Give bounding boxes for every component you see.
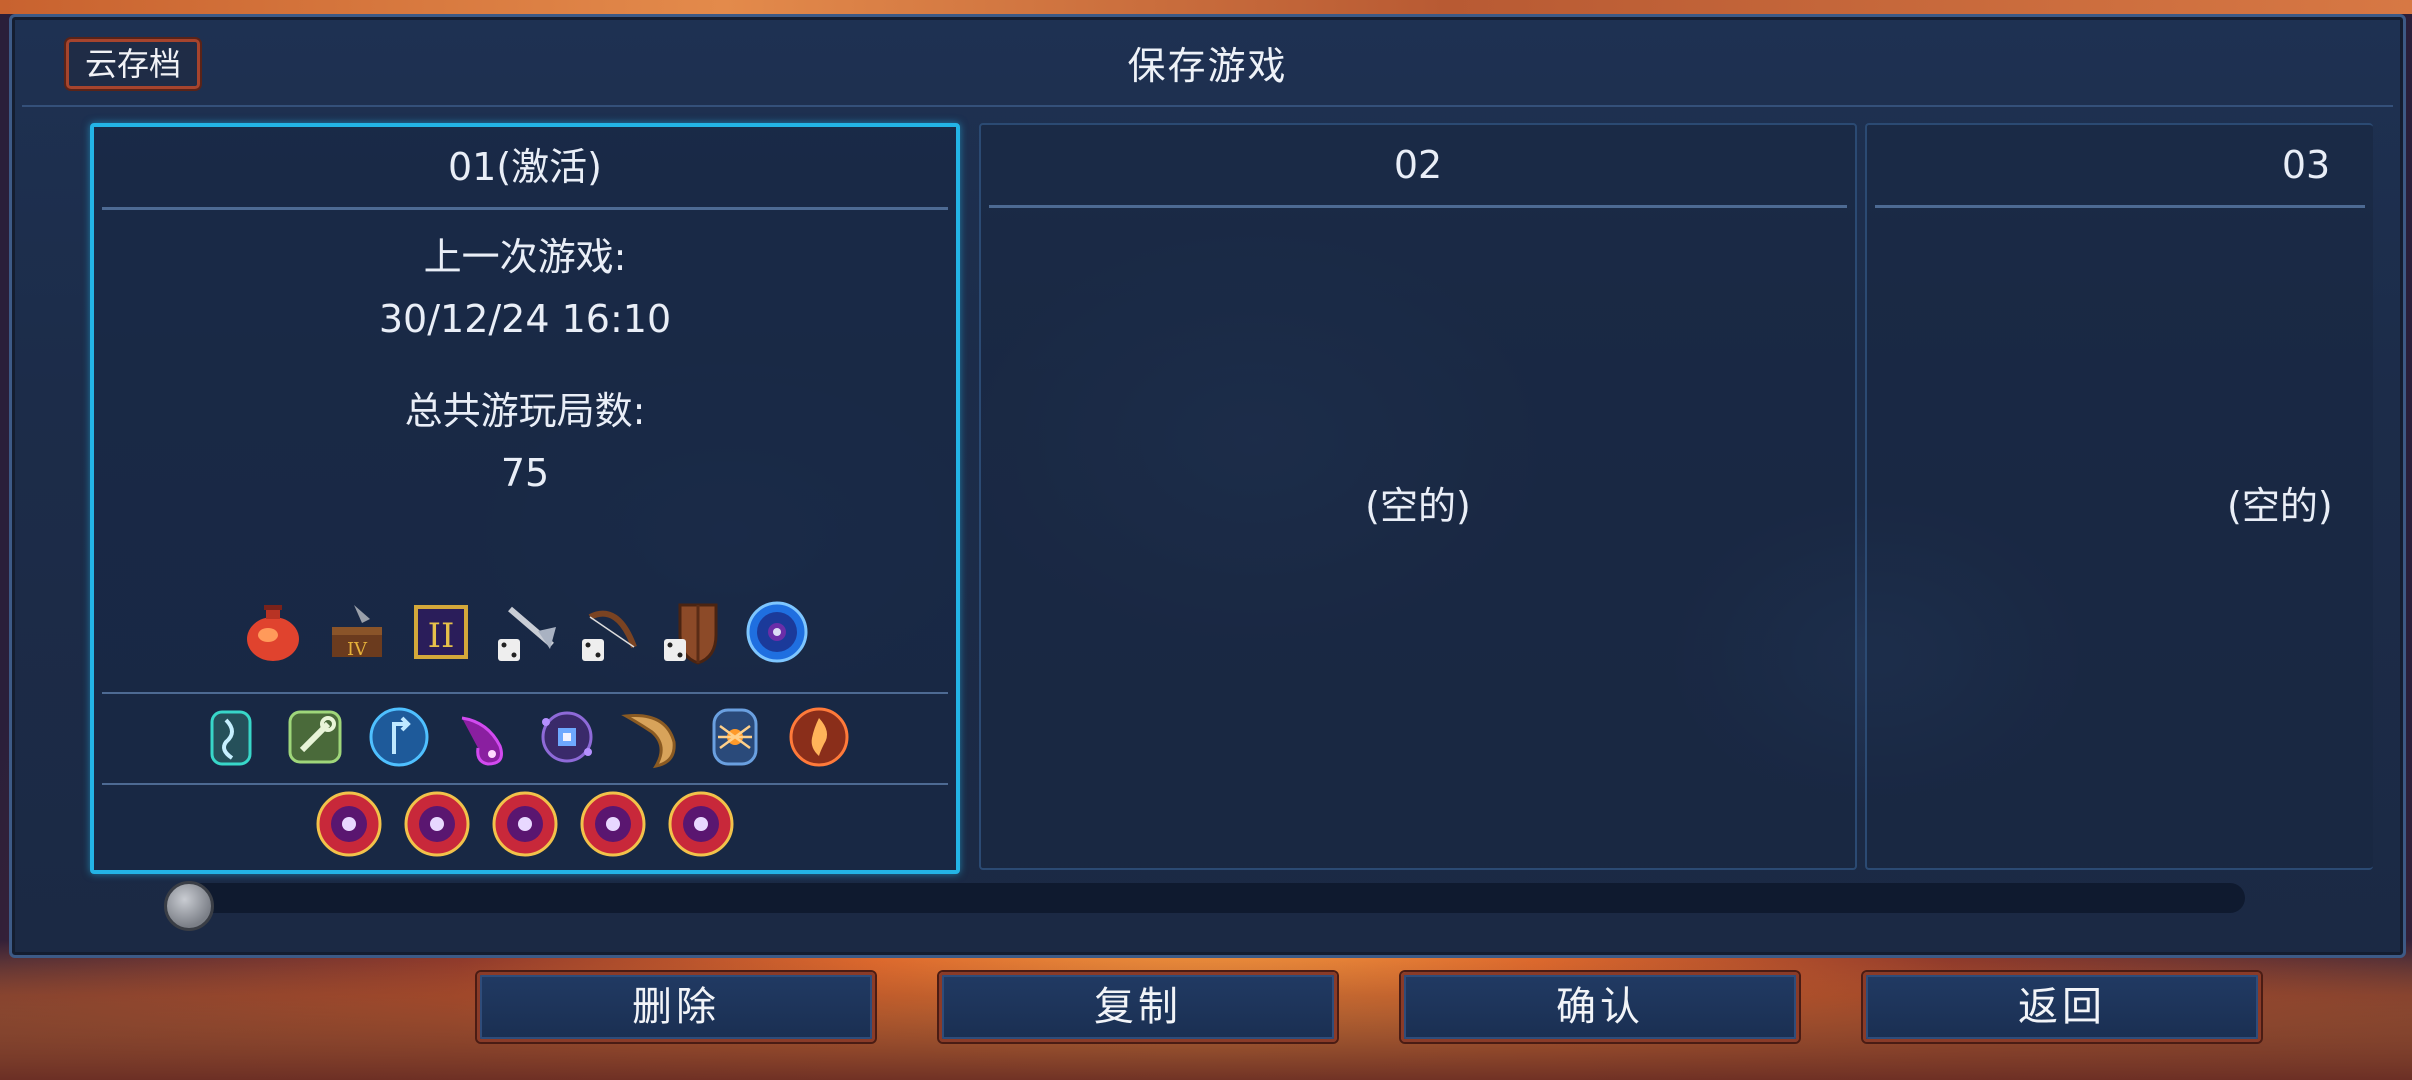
flame-rune-icon [784,702,854,772]
slots-scrollbar-track[interactable] [172,883,2245,913]
boss-cell-icon [666,789,736,859]
slot-title: 03 [2281,143,2331,187]
horn-rune-icon [616,702,686,772]
save-slot-02[interactable]: 02 (空的) [979,123,1857,870]
items-row: IV II [94,597,956,667]
treasure-chest-icon: IV [322,597,392,667]
wrench-rune-icon [280,702,350,772]
red-potion-icon [238,597,308,667]
teleport-rune-icon [364,702,434,772]
spider-rune-icon [700,702,770,772]
delete-button[interactable]: 删除 [477,972,875,1042]
boss-cell-icon [578,789,648,859]
boss-cell-icon [402,789,472,859]
dice-bow-icon [574,597,644,667]
dice-shield-icon [658,597,728,667]
save-slot-01[interactable]: 01(激活) 上一次游戏: 30/12/24 16:10 总共游玩局数: 75 … [90,123,960,874]
slot-divider [989,205,1847,208]
boss-cells-row [94,789,956,859]
runes-row [94,702,956,772]
items-divider [102,692,948,694]
slot-divider [1875,205,2365,208]
back-button[interactable]: 返回 [1863,972,2261,1042]
vine-rune-icon [196,702,266,772]
dice-axe-icon [490,597,560,667]
tentacle-rune-icon [448,702,518,772]
slot-title: 02 [1393,143,1443,187]
title-divider [22,105,2393,107]
svg-text:II: II [428,616,455,656]
svg-text:IV: IV [347,639,368,660]
total-runs-value: 75 [500,451,550,495]
page-title: 保存游戏 [1127,44,1288,88]
empty-slot-label: (空的) [2227,484,2333,528]
slot-divider [102,207,948,210]
save-slot-03[interactable]: 03 (空的) [1865,123,2373,870]
save-game-panel: 云存档 保存游戏 01(激活) 上一次游戏: 30/12/24 16:10 总共… [9,14,2406,958]
slot-title: 01(激活) [447,145,602,189]
last-played-label: 上一次游戏: [423,235,627,279]
scroll-icon: II [406,597,476,667]
eye-rune-icon [532,702,602,772]
last-played-value: 30/12/24 16:10 [378,297,672,341]
slots-scrollbar-knob[interactable] [164,881,214,931]
copy-button[interactable]: 复制 [939,972,1337,1042]
boss-cell-icon [490,789,560,859]
confirm-button[interactable]: 确认 [1401,972,1799,1042]
background-top-strip [0,0,2412,14]
boss-cell-icon [314,789,384,859]
total-runs-label: 总共游玩局数: [404,389,646,433]
blue-orb-icon [742,597,812,667]
runes-divider [102,783,948,785]
empty-slot-label: (空的) [1365,484,1471,528]
